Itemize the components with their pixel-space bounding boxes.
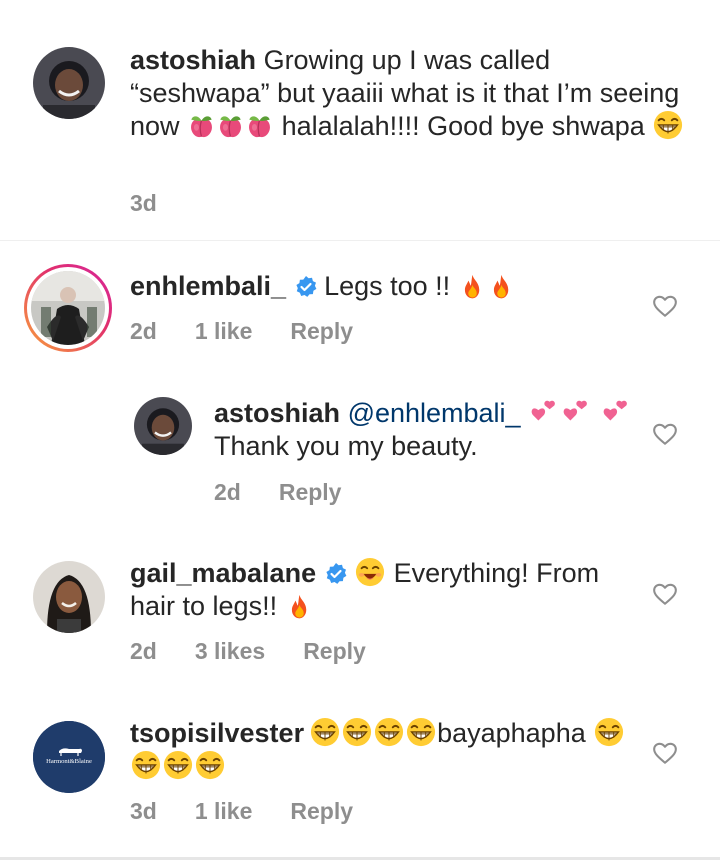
comment-meta: 3d [130,190,195,217]
comment-body: gail_mabalane Everything! From hair to l… [130,557,650,623]
grinning-face-icon [163,750,193,780]
comment-text-continued: halalalah!!!! Good bye shwapa [281,111,645,141]
heart-outline-icon[interactable] [652,421,678,447]
comment-likes[interactable]: 1 like [195,318,253,344]
comment-username[interactable]: astoshiah [130,45,256,75]
comment-likes[interactable]: 1 like [195,798,253,824]
comment-time: 3d [130,190,157,216]
fire-icon [488,273,515,300]
comment-body: astoshiah Growing up I was called “seshw… [130,44,690,143]
two-hearts-icon [561,397,591,427]
grinning-face-icon [310,717,340,747]
reply-button[interactable]: Reply [279,479,342,505]
avatar[interactable]: Harmont&Blaine [33,721,105,793]
comment-time: 2d [214,479,241,505]
heart-outline-icon[interactable] [652,740,678,766]
grinning-face-icon [195,750,225,780]
comment-meta: 2d 1 like Reply [130,318,391,345]
svg-text:Harmont&Blaine: Harmont&Blaine [46,758,92,765]
avatar[interactable] [33,561,105,633]
grinning-face-icon [374,717,404,747]
reply-button[interactable]: Reply [290,798,353,824]
two-hearts-icon [601,397,631,427]
divider [0,857,720,860]
comment-username[interactable]: tsopisilvester [130,718,304,748]
reply-button[interactable]: Reply [303,638,366,664]
heart-outline-icon[interactable] [652,581,678,607]
avatar-story-ring[interactable] [24,264,112,352]
comment-meta: 2d 3 likes Reply [130,638,404,665]
comment-meta: 2d Reply [214,479,379,506]
peach-icon [188,113,215,140]
comment-body: tsopisilvester bayaphapha [130,717,650,783]
grinning-face-icon [653,110,683,140]
peach-icon [217,113,244,140]
verified-badge-icon [324,562,348,586]
comment-meta: 3d 1 like Reply [130,798,391,825]
comment-body: astoshiah @enhlembali_ Thank you my beau… [214,397,634,463]
comment-text: Legs too !! [324,271,451,301]
avatar[interactable] [134,397,192,455]
smiling-face-icon [355,557,385,587]
comment-body: enhlembali_ Legs too !! [130,270,650,303]
comment-username[interactable]: gail_mabalane [130,558,316,588]
heart-outline-icon[interactable] [652,293,678,319]
grinning-face-icon [406,717,436,747]
mention-link[interactable]: @enhlembali_ [348,398,521,428]
grinning-face-icon [131,750,161,780]
comment-likes[interactable]: 3 likes [195,638,265,664]
fire-icon [459,273,486,300]
harmont-blaine-logo: Harmont&Blaine [33,721,105,793]
grinning-face-icon [342,717,372,747]
comment-time: 3d [130,798,157,824]
two-hearts-icon [529,397,559,427]
comment-time: 2d [130,638,157,664]
avatar [31,271,105,345]
verified-badge-icon [294,275,318,299]
comment-text: Thank you my beauty. [214,431,478,461]
comment-time: 2d [130,318,157,344]
fire-icon [286,593,313,620]
divider [0,240,720,241]
reply-button[interactable]: Reply [290,318,353,344]
comment-username[interactable]: astoshiah [214,398,340,428]
comment-username[interactable]: enhlembali_ [130,271,286,301]
avatar[interactable] [33,47,105,119]
comment-text: bayaphapha [437,718,586,748]
peach-icon [246,113,273,140]
grinning-face-icon [594,717,624,747]
